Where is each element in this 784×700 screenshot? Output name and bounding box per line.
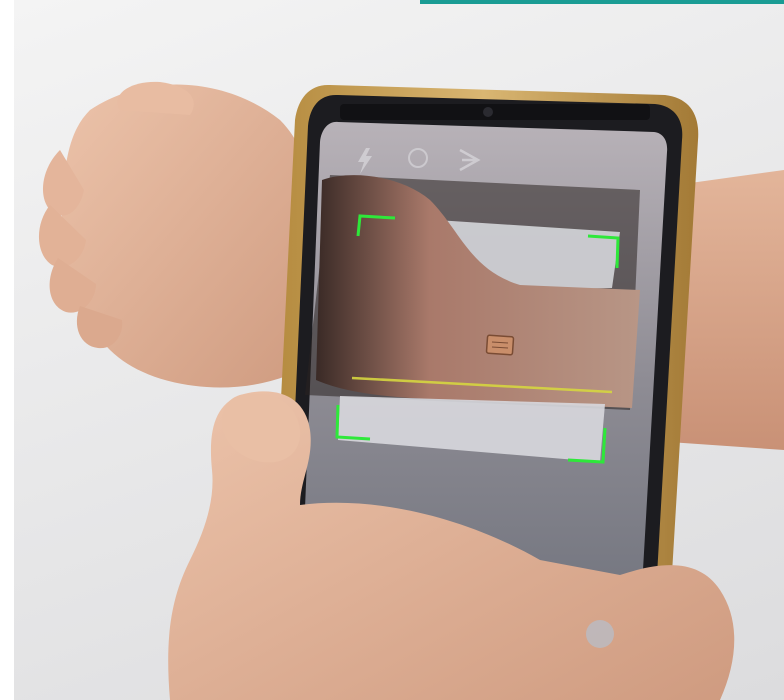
photo-scene [38, 81, 784, 700]
left-fist [38, 81, 314, 388]
front-camera [483, 107, 493, 117]
home-button-reflection [586, 620, 614, 648]
camera-preview [305, 175, 640, 462]
status-bar [340, 104, 650, 120]
implanted-chip [485, 334, 515, 356]
